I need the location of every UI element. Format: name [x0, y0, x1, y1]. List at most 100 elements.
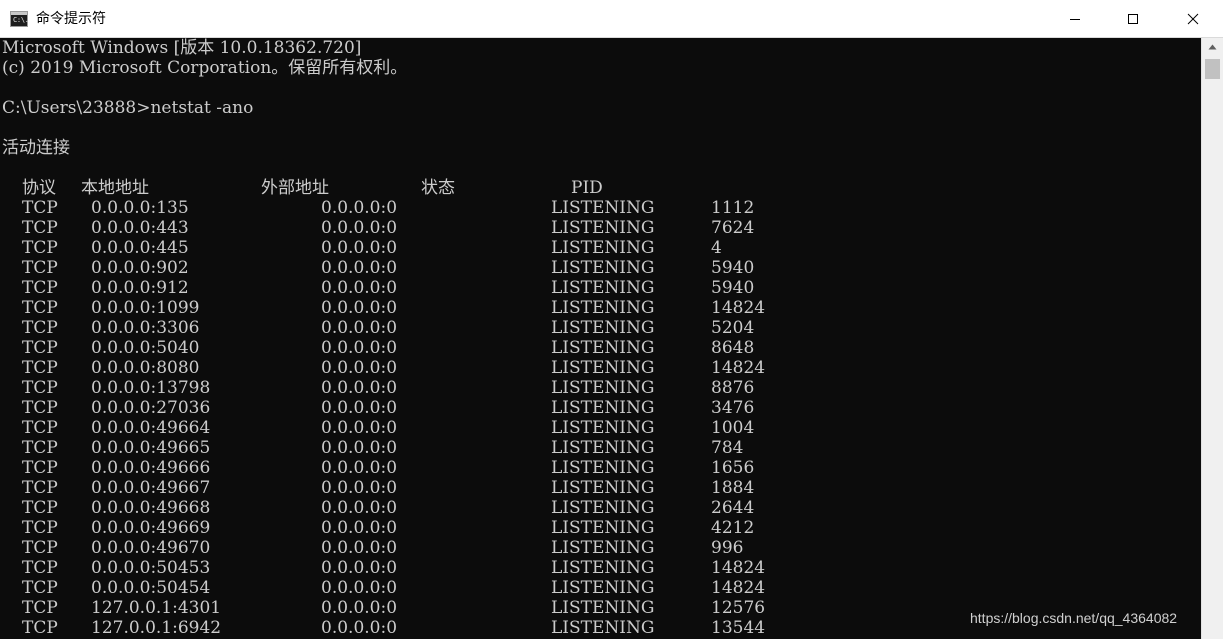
table-row: TCP 0.0.0.0:49666 0.0.0.0:0 LISTENING 1656: [0, 458, 1201, 478]
cell-pid: 4212: [711, 518, 755, 538]
cell-proto: TCP: [22, 558, 58, 578]
cell-foreign-address: 0.0.0.0:0: [321, 418, 398, 438]
cell-local-address: 0.0.0.0:8080: [91, 358, 200, 378]
cell-proto: TCP: [22, 198, 58, 218]
cell-pid: 784: [711, 438, 744, 458]
cell-pid: 14824: [711, 358, 766, 378]
cell-pid: 1112: [711, 198, 755, 218]
cell-foreign-address: 0.0.0.0:0: [321, 358, 398, 378]
header-state: 状态: [421, 178, 455, 198]
icon-label: C:\.: [13, 16, 29, 24]
minimize-button[interactable]: [1046, 0, 1104, 38]
cell-proto: TCP: [22, 218, 58, 238]
cell-state: LISTENING: [551, 458, 655, 478]
cell-proto: TCP: [22, 338, 58, 358]
cell-state: LISTENING: [551, 478, 655, 498]
cell-pid: 14824: [711, 298, 766, 318]
cell-proto: TCP: [22, 258, 58, 278]
cell-local-address: 0.0.0.0:5040: [91, 338, 200, 358]
cell-state: LISTENING: [551, 518, 655, 538]
cell-local-address: 127.0.0.1:6942: [91, 618, 222, 638]
cell-local-address: 0.0.0.0:49667: [91, 478, 211, 498]
table-row: TCP 0.0.0.0:443 0.0.0.0:0 LISTENING 7624: [0, 218, 1201, 238]
table-row: TCP 0.0.0.0:49665 0.0.0.0:0 LISTENING 784: [0, 438, 1201, 458]
cell-proto: TCP: [22, 598, 58, 618]
console-output[interactable]: Microsoft Windows [版本 10.0.18362.720] (c…: [0, 38, 1201, 639]
cell-pid: 3476: [711, 398, 755, 418]
cell-state: LISTENING: [551, 298, 655, 318]
cell-local-address: 0.0.0.0:49664: [91, 418, 211, 438]
cell-proto: TCP: [22, 578, 58, 598]
cell-local-address: 0.0.0.0:912: [91, 278, 189, 298]
scroll-thumb[interactable]: [1205, 59, 1220, 79]
cell-state: LISTENING: [551, 238, 655, 258]
cell-local-address: 0.0.0.0:27036: [91, 398, 211, 418]
cell-pid: 2644: [711, 498, 755, 518]
cell-proto: TCP: [22, 498, 58, 518]
cell-pid: 8648: [711, 338, 755, 358]
cell-foreign-address: 0.0.0.0:0: [321, 238, 398, 258]
cell-proto: TCP: [22, 378, 58, 398]
cell-local-address: 0.0.0.0:13798: [91, 378, 211, 398]
cell-pid: 1884: [711, 478, 755, 498]
cell-foreign-address: 0.0.0.0:0: [321, 498, 398, 518]
cell-local-address: 0.0.0.0:50454: [91, 578, 211, 598]
vertical-scrollbar[interactable]: [1201, 38, 1223, 639]
window-title: 命令提示符: [36, 11, 106, 27]
cell-state: LISTENING: [551, 378, 655, 398]
table-row: TCP 0.0.0.0:50453 0.0.0.0:0 LISTENING 14824: [0, 558, 1201, 578]
connections-table-header: 协议 本地地址 外部地址 状态 PID: [0, 178, 1201, 198]
table-row: TCP 0.0.0.0:3306 0.0.0.0:0 LISTENING 5204: [0, 318, 1201, 338]
cell-state: LISTENING: [551, 418, 655, 438]
header-foreign-address: 外部地址: [261, 178, 329, 198]
close-button[interactable]: [1162, 0, 1223, 38]
cell-state: LISTENING: [551, 558, 655, 578]
cell-pid: 5940: [711, 278, 755, 298]
table-row: TCP 0.0.0.0:5040 0.0.0.0:0 LISTENING 8648: [0, 338, 1201, 358]
cell-local-address: 0.0.0.0:49669: [91, 518, 211, 538]
cell-pid: 12576: [711, 598, 766, 618]
cell-pid: 1004: [711, 418, 755, 438]
cell-foreign-address: 0.0.0.0:0: [321, 538, 398, 558]
cell-proto: TCP: [22, 458, 58, 478]
cell-foreign-address: 0.0.0.0:0: [321, 578, 398, 598]
cell-foreign-address: 0.0.0.0:0: [321, 258, 398, 278]
cell-state: LISTENING: [551, 358, 655, 378]
cell-local-address: 0.0.0.0:49668: [91, 498, 211, 518]
maximize-button[interactable]: [1104, 0, 1162, 38]
title-bar[interactable]: C:\. 命令提示符: [0, 0, 1223, 38]
cell-state: LISTENING: [551, 438, 655, 458]
cell-foreign-address: 0.0.0.0:0: [321, 618, 398, 638]
close-icon: [1187, 13, 1198, 25]
table-row: TCP 0.0.0.0:50454 0.0.0.0:0 LISTENING 14824: [0, 578, 1201, 598]
prompt-command-line: C:\Users\23888>netstat -ano: [2, 98, 254, 118]
table-row: TCP 0.0.0.0:49668 0.0.0.0:0 LISTENING 2644: [0, 498, 1201, 518]
cell-local-address: 0.0.0.0:445: [91, 238, 189, 258]
cell-state: LISTENING: [551, 218, 655, 238]
cell-proto: TCP: [22, 418, 58, 438]
cell-foreign-address: 0.0.0.0:0: [321, 378, 398, 398]
cell-state: LISTENING: [551, 198, 655, 218]
command-prompt-icon[interactable]: C:\.: [10, 11, 29, 27]
table-row: TCP 0.0.0.0:135 0.0.0.0:0 LISTENING 1112: [0, 198, 1201, 218]
cell-pid: 14824: [711, 558, 766, 578]
cell-local-address: 127.0.0.1:4301: [91, 598, 222, 618]
cell-proto: TCP: [22, 278, 58, 298]
cell-foreign-address: 0.0.0.0:0: [321, 518, 398, 538]
table-row: TCP 0.0.0.0:27036 0.0.0.0:0 LISTENING 3476: [0, 398, 1201, 418]
cell-state: LISTENING: [551, 258, 655, 278]
cell-foreign-address: 0.0.0.0:0: [321, 398, 398, 418]
header-pid: PID: [571, 178, 603, 198]
cell-state: LISTENING: [551, 278, 655, 298]
cell-proto: TCP: [22, 318, 58, 338]
cell-local-address: 0.0.0.0:902: [91, 258, 189, 278]
scroll-up-button[interactable]: [1202, 38, 1223, 56]
cell-foreign-address: 0.0.0.0:0: [321, 438, 398, 458]
cell-foreign-address: 0.0.0.0:0: [321, 558, 398, 578]
cell-foreign-address: 0.0.0.0:0: [321, 278, 398, 298]
cell-proto: TCP: [22, 618, 58, 638]
cell-pid: 7624: [711, 218, 755, 238]
cell-pid: 5940: [711, 258, 755, 278]
